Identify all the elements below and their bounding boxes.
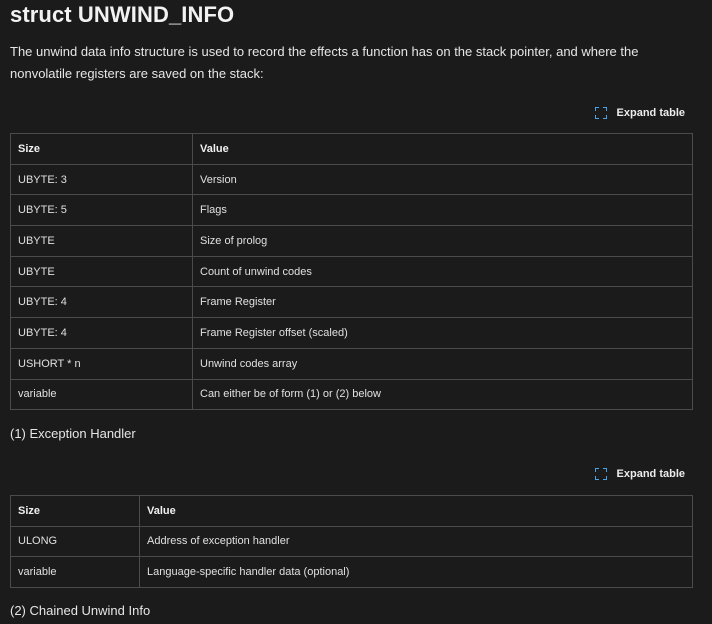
table-row: variable Language-specific handler data (… [10,556,693,588]
cell-size: UBYTE: 3 [10,163,193,196]
cell-size: variable [10,556,140,588]
column-header-size: Size [10,133,193,165]
table-row: UBYTE Count of unwind codes [10,255,693,288]
expand-table-button-2[interactable]: Expand table [594,468,685,480]
cell-value: Can either be of form (1) or (2) below [192,378,693,411]
table-row: UBYTE Size of prolog [10,225,693,257]
expand-table-button-1[interactable]: Expand table [594,107,685,119]
cell-value: Unwind codes array [192,347,693,380]
table-row: UBYTE: 3 Version [10,163,693,196]
chained-unwind-caption: (2) Chained Unwind Info [10,603,151,618]
cell-size: UBYTE: 5 [10,194,193,227]
cell-value: Language-specific handler data (optional… [139,556,693,588]
cell-value: Size of prolog [192,225,693,257]
table-row: variable Can either be of form (1) or (2)… [10,378,693,411]
cell-size: variable [10,378,193,411]
cell-value: Version [192,163,693,196]
expand-table-label: Expand table [616,468,685,480]
cell-value: Count of unwind codes [192,255,693,288]
cell-value: Frame Register [192,286,693,319]
cell-size: ULONG [10,525,140,557]
exception-handler-caption: (1) Exception Handler [10,426,136,441]
table-row: ULONG Address of exception handler [10,525,693,557]
column-header-size: Size [10,495,140,527]
cell-value: Frame Register offset (scaled) [192,317,693,349]
cell-size: UBYTE [10,255,193,288]
exception-handler-table: Size Value ULONG Address of exception han… [10,495,693,588]
cell-value: Flags [192,194,693,227]
table-row: UBYTE: 5 Flags [10,194,693,227]
expand-table-label: Expand table [616,107,685,119]
column-header-value: Value [139,495,693,527]
expand-icon [594,468,607,480]
cell-size: UBYTE: 4 [10,286,193,319]
expand-icon [594,107,607,119]
table-row: UBYTE: 4 Frame Register [10,286,693,319]
column-header-value: Value [192,133,693,165]
intro-paragraph: The unwind data info structure is used t… [10,44,639,81]
table-header-row: Size Value [10,495,693,527]
cell-size: USHORT * n [10,347,193,380]
unwind-info-table: Size Value UBYTE: 3 Version UBYTE: 5 Flags… [10,133,693,411]
cell-size: UBYTE: 4 [10,317,193,349]
table-row: UBYTE: 4 Frame Register offset (scaled) [10,317,693,349]
page-title: struct UNWIND_INFO [10,2,235,27]
table-row: USHORT * n Unwind codes array [10,347,693,380]
cell-size: UBYTE [10,225,193,257]
cell-value: Address of exception handler [139,525,693,557]
table-header-row: Size Value [10,133,693,165]
